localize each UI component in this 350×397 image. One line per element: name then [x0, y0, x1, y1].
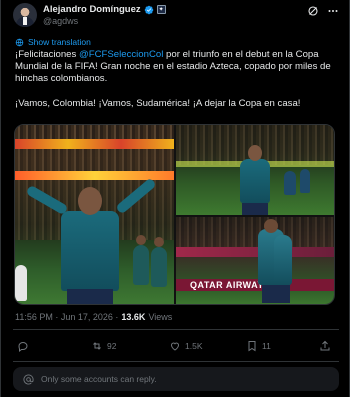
author-avatar[interactable]: [13, 3, 37, 27]
divider: [13, 361, 339, 362]
more-icon[interactable]: [327, 5, 339, 17]
author-name[interactable]: Alejandro Domínguez: [43, 4, 141, 15]
post-header: Alejandro Domínguez ✦ @agdws: [13, 3, 339, 29]
author-name-row: Alejandro Domínguez ✦: [43, 4, 166, 15]
post-text: ¡Felicitaciones @FCFSeleccionCol por el …: [15, 49, 337, 122]
views-count: 13.6K: [121, 312, 146, 322]
divider: [13, 329, 339, 330]
show-translation-link[interactable]: Show translation: [15, 37, 91, 47]
action-bar: 92 1.5K 11: [13, 337, 339, 357]
repost-count: 92: [107, 341, 117, 351]
reply-icon: [18, 341, 28, 352]
views-label: Views: [148, 312, 173, 322]
like-count: 1.5K: [185, 341, 203, 351]
media-grid: QATAR AIRWAYS: [14, 124, 335, 305]
repost-button[interactable]: 92: [91, 340, 116, 352]
post-text-line2: ¡Vamos, Colombia! ¡Vamos, Sudamérica! ¡A…: [15, 97, 301, 109]
post-meta: 11:56 PM · Jun 17, 2026 · 13.6K Views: [15, 312, 172, 322]
bookmark-button[interactable]: 11: [246, 340, 271, 352]
at-icon: [23, 373, 34, 385]
bookmark-icon: [248, 341, 256, 352]
like-button[interactable]: 1.5K: [169, 340, 203, 352]
media-photo-3[interactable]: QATAR AIRWAYS: [176, 217, 334, 304]
media-photo-1[interactable]: [15, 125, 174, 304]
author-handle[interactable]: @agdws: [43, 16, 78, 26]
affiliation-badge-icon[interactable]: ✦: [156, 5, 166, 14]
mention-link[interactable]: @FCFSeleccionCol: [79, 49, 163, 60]
post-timestamp[interactable]: 11:56 PM · Jun 17, 2026 ·: [15, 312, 118, 322]
bookmark-count: 11: [262, 341, 271, 351]
media-photo-2[interactable]: [176, 125, 334, 215]
reply-restriction-text: Only some accounts can reply.: [41, 374, 157, 384]
globe-icon: [15, 38, 24, 46]
reply-restriction-notice: Only some accounts can reply.: [13, 367, 339, 391]
show-translation-label: Show translation: [28, 37, 91, 47]
grok-icon[interactable]: [307, 5, 319, 17]
post-container: Alejandro Domínguez ✦ @agdws Show transl…: [0, 0, 350, 397]
post-text-part: ¡Felicitaciones: [15, 49, 79, 60]
repost-icon: [93, 342, 101, 350]
verified-badge-icon: [144, 5, 153, 14]
share-button[interactable]: [319, 340, 331, 352]
share-icon: [320, 340, 330, 351]
heart-icon: [170, 342, 180, 351]
reply-button[interactable]: [17, 340, 33, 352]
